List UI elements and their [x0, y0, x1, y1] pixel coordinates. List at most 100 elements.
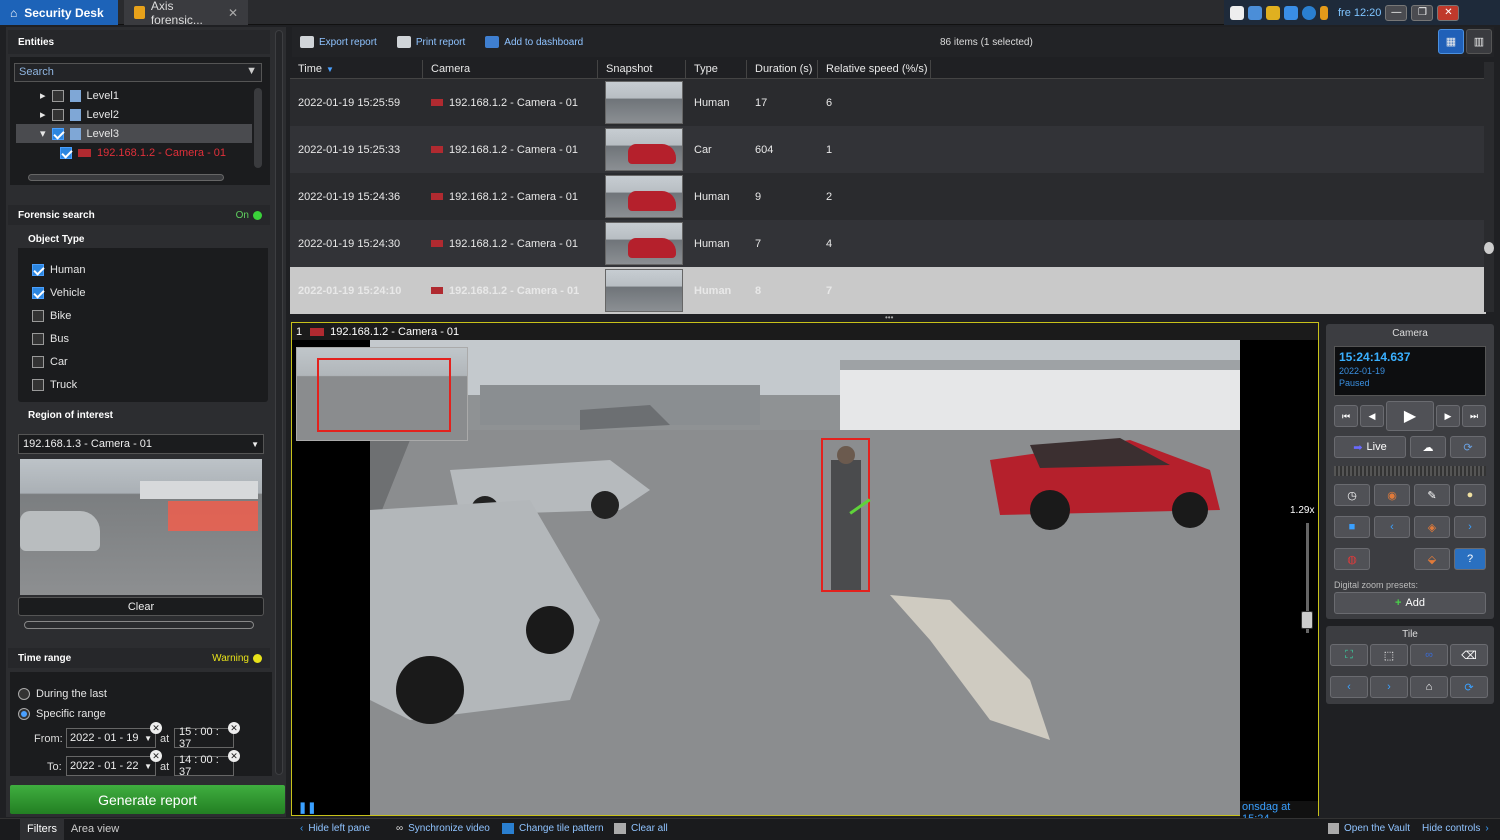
checkbox[interactable] [32, 309, 44, 322]
stop-icon[interactable]: ■ [1334, 516, 1370, 538]
add-to-dashboard-button[interactable]: Add to dashboard [485, 36, 583, 48]
zoom-slider-handle[interactable] [1301, 611, 1313, 629]
tile-prev-icon[interactable]: ‹ [1330, 676, 1368, 698]
clear-from-time-icon[interactable]: ✕ [228, 722, 240, 734]
tile-next-icon[interactable]: › [1370, 676, 1408, 698]
entities-search-input[interactable]: Search ▼ [14, 63, 262, 82]
hide-left-pane-button[interactable]: ‹ Hide left pane [300, 823, 370, 834]
scroll-thumb[interactable] [1484, 242, 1494, 254]
print-report-button[interactable]: Print report [396, 36, 465, 48]
live-button[interactable]: ➡ Live [1334, 436, 1406, 458]
tree-checkbox[interactable] [51, 127, 64, 140]
help-icon[interactable]: ? [1454, 548, 1486, 570]
column-time[interactable]: Time ▼ [290, 60, 423, 78]
splitter-handle[interactable]: ••• [885, 314, 905, 322]
left-pane-scrollbar[interactable] [275, 30, 283, 775]
snapshot-thumbnail[interactable] [605, 81, 683, 124]
column-type[interactable]: Type [686, 60, 747, 78]
tree-checkbox[interactable] [51, 108, 64, 121]
synchronize-video-button[interactable]: ∞ Synchronize video [396, 823, 490, 834]
chart-view-button[interactable]: ▥ [1466, 29, 1492, 54]
from-date-field[interactable]: 2022 - 01 - 19 ▼ [66, 728, 156, 748]
object-type-bus[interactable]: Bus [28, 327, 258, 350]
column-snapshot[interactable]: Snapshot [598, 60, 686, 78]
tree-checkbox[interactable] [60, 146, 72, 159]
collapse-icon[interactable]: ▾ [40, 127, 46, 140]
pop-out-tile-icon[interactable]: ⬚ [1370, 644, 1408, 666]
snapshot-thumbnail[interactable] [605, 128, 683, 171]
camera-select-icon[interactable]: ◈ [1414, 516, 1450, 538]
area-view-tab[interactable]: Area view [66, 818, 124, 840]
close-tab-icon[interactable]: ✕ [228, 6, 238, 20]
record-icon[interactable]: ● [1454, 484, 1486, 506]
table-row[interactable]: 2022-01-19 15:24:10 192.168.1.2 - Camera … [290, 267, 1486, 314]
table-row[interactable]: 2022-01-19 15:25:59 192.168.1.2 - Camera … [290, 79, 1486, 126]
forensic-horizontal-scrollbar[interactable] [24, 621, 254, 629]
clear-roi-button[interactable]: Clear [18, 597, 264, 616]
checkbox[interactable] [32, 286, 44, 299]
to-time-field[interactable]: 14 : 00 : 37 [174, 754, 234, 778]
restore-button[interactable]: ❐ [1411, 4, 1434, 21]
minimap-overview[interactable] [296, 347, 468, 441]
alarm-icon[interactable]: ◍ [1334, 548, 1370, 570]
timeline-bar[interactable] [1334, 466, 1486, 476]
object-type-car[interactable]: Car [28, 350, 258, 373]
clear-to-time-icon[interactable]: ✕ [228, 750, 240, 762]
radio-button[interactable] [18, 688, 30, 700]
to-date-field[interactable]: 2022 - 01 - 22 ▼ [66, 756, 156, 776]
globe-icon[interactable] [1302, 5, 1316, 20]
clock-icon[interactable]: ◷ [1334, 484, 1370, 506]
detection-box[interactable] [821, 438, 870, 592]
tree-item-level1[interactable]: ▸ Level1 [16, 86, 252, 105]
bookmark-button[interactable]: ☁ [1410, 436, 1446, 458]
tree-item-level3[interactable]: ▾ Level3 [16, 124, 252, 143]
column-duration[interactable]: Duration (s) [747, 60, 818, 78]
next-camera-icon[interactable]: › [1454, 516, 1486, 538]
roi-region-highlight[interactable] [168, 501, 258, 531]
table-row[interactable]: 2022-01-19 15:25:33 192.168.1.2 - Camera … [290, 126, 1486, 173]
prev-camera-icon[interactable]: ‹ [1374, 516, 1410, 538]
skip-end-button[interactable]: ⏭ [1462, 405, 1486, 427]
camera-video-frame[interactable] [370, 340, 1240, 815]
clear-all-button[interactable]: Clear all [614, 823, 668, 834]
grid-view-button[interactable]: ▦ [1438, 29, 1464, 54]
checkbox[interactable] [32, 332, 44, 345]
column-speed[interactable]: Relative speed (%/s) [818, 60, 931, 78]
checkbox[interactable] [32, 263, 44, 276]
object-type-truck[interactable]: Truck [28, 373, 258, 396]
table-row[interactable]: 2022-01-19 15:24:30 192.168.1.2 - Camera … [290, 220, 1486, 267]
checkbox[interactable] [32, 378, 44, 391]
export-report-button[interactable]: Export report [300, 36, 377, 48]
snapshot-thumbnail[interactable] [605, 175, 683, 218]
object-type-human[interactable]: Human [28, 258, 258, 281]
expand-icon[interactable]: ▸ [40, 89, 46, 102]
app-icon[interactable] [1230, 5, 1244, 20]
option-specific-range[interactable]: Specific range [18, 708, 106, 720]
expand-icon[interactable]: ▸ [40, 108, 46, 121]
radio-button[interactable] [18, 708, 30, 720]
tile-refresh-icon[interactable]: ⟳ [1450, 676, 1488, 698]
minimize-button[interactable]: — [1385, 4, 1408, 21]
column-camera[interactable]: Camera [423, 60, 598, 78]
step-forward-button[interactable]: ▶ [1436, 405, 1460, 427]
link-tile-icon[interactable]: ∞ [1410, 644, 1448, 666]
option-during-last[interactable]: During the last [18, 688, 107, 700]
add-preset-button[interactable]: + Add [1334, 592, 1486, 614]
snapshot-thumbnail[interactable] [605, 269, 683, 312]
skip-start-button[interactable]: ⏮ [1334, 405, 1358, 427]
tile-home-icon[interactable]: ⌂ [1410, 676, 1448, 698]
signal-icon[interactable] [1320, 5, 1328, 20]
checkbox[interactable] [32, 355, 44, 368]
dropdown-arrow-icon[interactable]: ▼ [144, 762, 152, 771]
dropdown-arrow-icon[interactable]: ▼ [144, 734, 152, 743]
tree-horizontal-scrollbar[interactable] [28, 174, 224, 181]
alarm-icon[interactable] [1266, 5, 1280, 20]
step-back-button[interactable]: ◀ [1360, 405, 1384, 427]
snapshot-thumbnail[interactable] [605, 222, 683, 265]
draw-icon[interactable]: ✎ [1414, 484, 1450, 506]
minimap-zoom-region[interactable] [317, 358, 451, 432]
roi-preview[interactable] [20, 459, 262, 595]
hide-controls-button[interactable]: Hide controls › [1422, 823, 1489, 834]
pause-icon[interactable]: ❚❚ [298, 801, 316, 814]
loop-button[interactable]: ⟳ [1450, 436, 1486, 458]
